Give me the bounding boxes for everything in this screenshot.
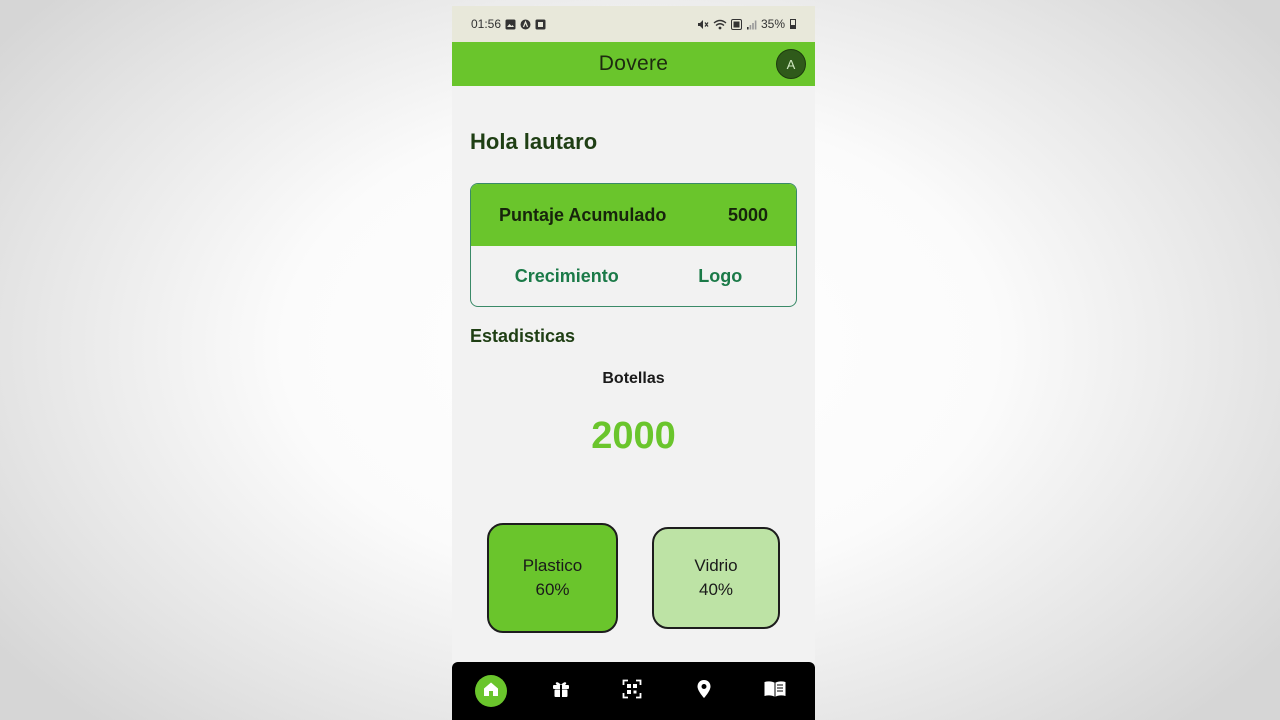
app-notification-icon-2 xyxy=(535,19,546,30)
score-header: Puntaje Acumulado 5000 xyxy=(471,184,796,246)
plastic-stat-card[interactable]: Plastico 60% xyxy=(487,523,618,633)
qr-scan-icon xyxy=(622,679,642,704)
glass-percent: 40% xyxy=(698,580,734,599)
bottom-navigation xyxy=(452,662,815,720)
avatar-initial: A xyxy=(786,56,796,72)
score-links: Crecimiento Logo xyxy=(471,246,796,306)
gift-icon xyxy=(551,679,571,704)
nav-map[interactable] xyxy=(687,674,721,708)
plastic-percent: 60% xyxy=(535,580,570,599)
bottles-count: 2000 xyxy=(591,415,676,457)
logo-link[interactable]: Logo xyxy=(698,266,742,287)
nav-home[interactable] xyxy=(474,675,507,707)
status-bar-right: 35% xyxy=(697,17,796,31)
app-notification-icon xyxy=(520,19,531,30)
battery-icon xyxy=(790,19,796,29)
status-time: 01:56 xyxy=(471,17,502,31)
book-icon xyxy=(763,680,787,703)
app-bar: Dovere A xyxy=(452,42,815,86)
score-value: 5000 xyxy=(727,204,768,225)
plastic-label: Plastico xyxy=(522,556,583,575)
status-bar: 01:56 35% xyxy=(452,6,815,42)
mute-icon xyxy=(697,19,709,30)
signal-icon xyxy=(746,19,757,30)
volte-icon xyxy=(730,18,742,30)
glass-label: Vidrio xyxy=(694,556,738,575)
phone-screen: 01:56 35% Dovere A Hola lautaro Puntaje … xyxy=(452,6,815,720)
nav-scan[interactable] xyxy=(615,674,649,708)
score-label: Puntaje Acumulado xyxy=(499,204,667,225)
home-icon xyxy=(482,680,500,703)
bottles-label: Botellas xyxy=(602,370,665,387)
wifi-icon xyxy=(713,19,727,30)
app-title: Dovere xyxy=(598,52,669,75)
nav-guide[interactable] xyxy=(758,674,792,708)
battery-percent: 35% xyxy=(760,17,785,31)
stats-heading: Estadisticas xyxy=(470,326,576,346)
growth-link[interactable]: Crecimiento xyxy=(515,266,619,287)
score-card: Puntaje Acumulado 5000 Crecimiento Logo xyxy=(470,183,797,307)
glass-stat-card[interactable]: Vidrio 40% xyxy=(652,527,780,629)
nav-rewards[interactable] xyxy=(544,674,578,708)
greeting-heading: Hola lautaro xyxy=(470,129,598,154)
location-pin-icon xyxy=(696,679,712,704)
user-avatar[interactable]: A xyxy=(776,49,806,79)
gallery-notification-icon xyxy=(505,19,516,30)
status-bar-left: 01:56 xyxy=(471,17,546,31)
